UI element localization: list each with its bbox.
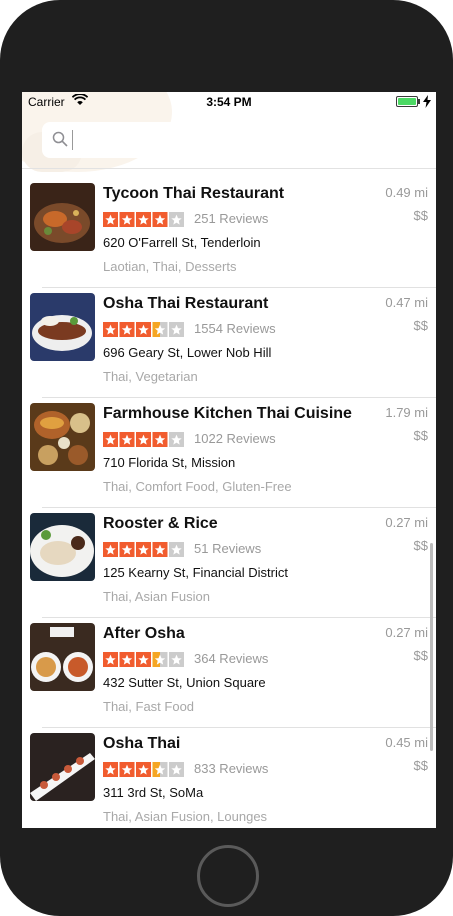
restaurant-name: Osha Thai Restaurant: [103, 295, 269, 312]
restaurant-categories: Thai, Asian Fusion, Lounges: [103, 809, 268, 824]
restaurant-distance: 1.79 mi: [385, 405, 428, 420]
review-count: 251 Reviews: [194, 211, 269, 226]
restaurant-price: $$: [413, 428, 428, 443]
restaurant-price: $$: [413, 758, 428, 773]
restaurant-name: Tycoon Thai Restaurant: [103, 185, 285, 202]
review-count: 1022 Reviews: [194, 431, 276, 446]
restaurant-categories: Thai, Asian Fusion: [103, 589, 210, 604]
search-icon: [52, 131, 68, 147]
status-bar: Carrier 3:54 PM: [22, 92, 436, 112]
star-rating: [103, 542, 185, 558]
restaurant-row[interactable]: Farmhouse Kitchen Thai Cuisine 1.79 mi $…: [22, 398, 436, 508]
status-time: 3:54 PM: [206, 95, 252, 109]
restaurant-row[interactable]: Osha Thai 0.45 mi $$ 833 Reviews 311 3rd…: [22, 728, 436, 828]
star-rating: [103, 432, 185, 448]
restaurant-price: $$: [413, 538, 428, 553]
battery-tip: [418, 99, 420, 104]
restaurant-distance: 0.47 mi: [385, 295, 428, 310]
star-rating: [103, 762, 185, 778]
restaurant-categories: Thai, Vegetarian: [103, 369, 198, 384]
restaurant-address: 125 Kearny St, Financial District: [103, 565, 288, 580]
restaurant-categories: Laotian, Thai, Desserts: [103, 259, 237, 274]
restaurant-distance: 0.45 mi: [385, 735, 428, 750]
restaurant-categories: Thai, Fast Food: [103, 699, 195, 714]
restaurant-distance: 0.27 mi: [385, 515, 428, 530]
restaurant-price: $$: [413, 208, 428, 223]
restaurant-name: Rooster & Rice: [103, 515, 218, 532]
scrollbar[interactable]: [430, 543, 433, 751]
restaurant-photo: [30, 623, 95, 691]
app-screen: Carrier 3:54 PM Tycoon Thai Restaurant 0…: [22, 92, 436, 828]
restaurant-photo: [30, 183, 95, 251]
bolt-icon: [423, 95, 431, 108]
home-button[interactable]: [197, 845, 259, 907]
review-count: 1554 Reviews: [194, 321, 276, 336]
restaurant-price: $$: [413, 648, 428, 663]
restaurant-photo: [30, 293, 95, 361]
restaurant-name: After Osha: [103, 625, 185, 642]
restaurant-address: 710 Florida St, Mission: [103, 455, 236, 470]
restaurant-distance: 0.49 mi: [385, 185, 428, 200]
restaurant-categories: Thai, Comfort Food, Gluten-Free: [103, 479, 292, 494]
restaurant-row[interactable]: Osha Thai Restaurant 0.47 mi $$ 1554 Rev…: [22, 288, 436, 398]
restaurant-address: 432 Sutter St, Union Square: [103, 675, 266, 690]
restaurant-photo: [30, 733, 95, 801]
restaurant-price: $$: [413, 318, 428, 333]
phone-frame: Carrier 3:54 PM Tycoon Thai Restaurant 0…: [0, 0, 453, 916]
restaurant-name: Osha Thai: [103, 735, 181, 752]
header-divider: [22, 168, 436, 169]
restaurant-address: 620 O'Farrell St, Tenderloin: [103, 235, 261, 250]
restaurant-photo: [30, 513, 95, 581]
text-cursor: [72, 130, 73, 150]
search-bar[interactable]: [42, 122, 436, 158]
review-count: 364 Reviews: [194, 651, 269, 666]
restaurant-address: 311 3rd St, SoMa: [103, 785, 204, 800]
restaurant-row[interactable]: After Osha 0.27 mi $$ 364 Reviews 432 Su…: [22, 618, 436, 728]
star-rating: [103, 212, 185, 228]
review-count: 51 Reviews: [194, 541, 262, 556]
restaurant-distance: 0.27 mi: [385, 625, 428, 640]
restaurant-name: Farmhouse Kitchen Thai Cuisine: [103, 405, 352, 422]
restaurant-address: 696 Geary St, Lower Nob Hill: [103, 345, 272, 360]
restaurant-row[interactable]: Tycoon Thai Restaurant 0.49 mi $$ 251 Re…: [22, 178, 436, 288]
restaurant-photo: [30, 403, 95, 471]
star-rating: [103, 652, 185, 668]
review-count: 833 Reviews: [194, 761, 269, 776]
star-rating: [103, 322, 185, 338]
battery-icon: [396, 96, 418, 107]
search-input[interactable]: [76, 128, 420, 154]
restaurant-row[interactable]: Rooster & Rice 0.27 mi $$ 51 Reviews 125…: [22, 508, 436, 618]
